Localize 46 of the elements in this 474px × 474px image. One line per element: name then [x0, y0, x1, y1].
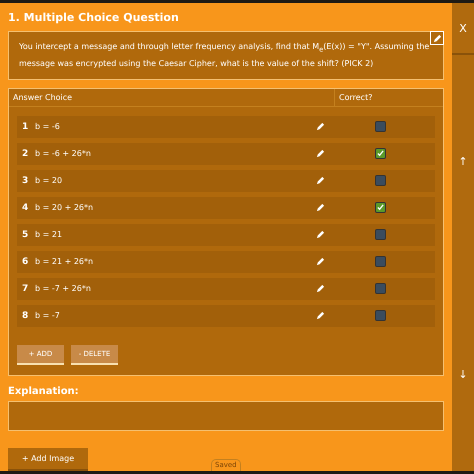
- answer-text: b = 21: [35, 230, 64, 240]
- close-button[interactable]: X: [459, 22, 467, 34]
- row-number: 5: [22, 230, 30, 240]
- answer-text: b = 21 + 26*n: [35, 257, 94, 266]
- checkbox[interactable]: [374, 310, 386, 322]
- add-image-button[interactable]: + Add Image: [8, 448, 88, 471]
- row-number: 8: [22, 310, 30, 321]
- checkbox[interactable]: [374, 256, 386, 268]
- checkbox[interactable]: [374, 175, 386, 186]
- checkbox[interactable]: [374, 148, 386, 160]
- pencil-icon[interactable]: [316, 149, 325, 158]
- answer-text: b = -6 + 26*n: [35, 149, 92, 158]
- scroll-down-button[interactable]: ↓: [458, 368, 468, 381]
- answer-text: b = 20 + 26*n: [35, 203, 94, 212]
- pencil-icon[interactable]: [316, 311, 325, 320]
- checkbox[interactable]: [374, 229, 386, 240]
- pencil-icon[interactable]: [316, 230, 325, 240]
- question-text: You intercept a message and through letter frequency analysis, find that M$_{e}$(E(x)) = "Y". Assuming the message was encrypted using the Caesar Cipher, what is the value of the shift? (PICK 2): [19, 42, 430, 68]
- row-number: 1: [22, 122, 30, 132]
- scroll-up-button[interactable]: ↑: [458, 155, 468, 168]
- answer-text: b = -6: [35, 122, 61, 132]
- row-number: 7: [22, 284, 30, 294]
- answer-text: b = 20: [35, 176, 64, 186]
- row-number: 2: [22, 148, 30, 159]
- explanation-field[interactable]: [8, 400, 444, 431]
- row-number: 3: [22, 176, 30, 186]
- pencil-icon[interactable]: [316, 203, 325, 212]
- question-title: 1. Multiple Choice Question: [8, 11, 180, 24]
- explanation-label: Explanation:: [8, 386, 80, 397]
- checkbox[interactable]: [374, 283, 386, 294]
- pencil-icon[interactable]: [316, 257, 325, 266]
- column-header: Correct?: [334, 88, 443, 106]
- checkmark-icon: [376, 204, 384, 212]
- checkbox[interactable]: [374, 202, 386, 214]
- edit-button[interactable]: [430, 31, 444, 45]
- row-number: 6: [22, 256, 30, 267]
- checkmark-icon: [376, 150, 384, 158]
- answer-text: b = -7 + 26*n: [35, 284, 92, 294]
- checkbox[interactable]: [374, 121, 386, 132]
- pencil-icon[interactable]: [316, 122, 325, 132]
- pencil-icon[interactable]: [316, 284, 325, 294]
- answer-text: b = -7: [35, 311, 61, 320]
- row-number: 4: [22, 202, 30, 213]
- pencil-icon[interactable]: [316, 176, 325, 186]
- column-header: Answer Choice: [12, 92, 74, 104]
- pencil-icon[interactable]: [432, 34, 442, 42]
